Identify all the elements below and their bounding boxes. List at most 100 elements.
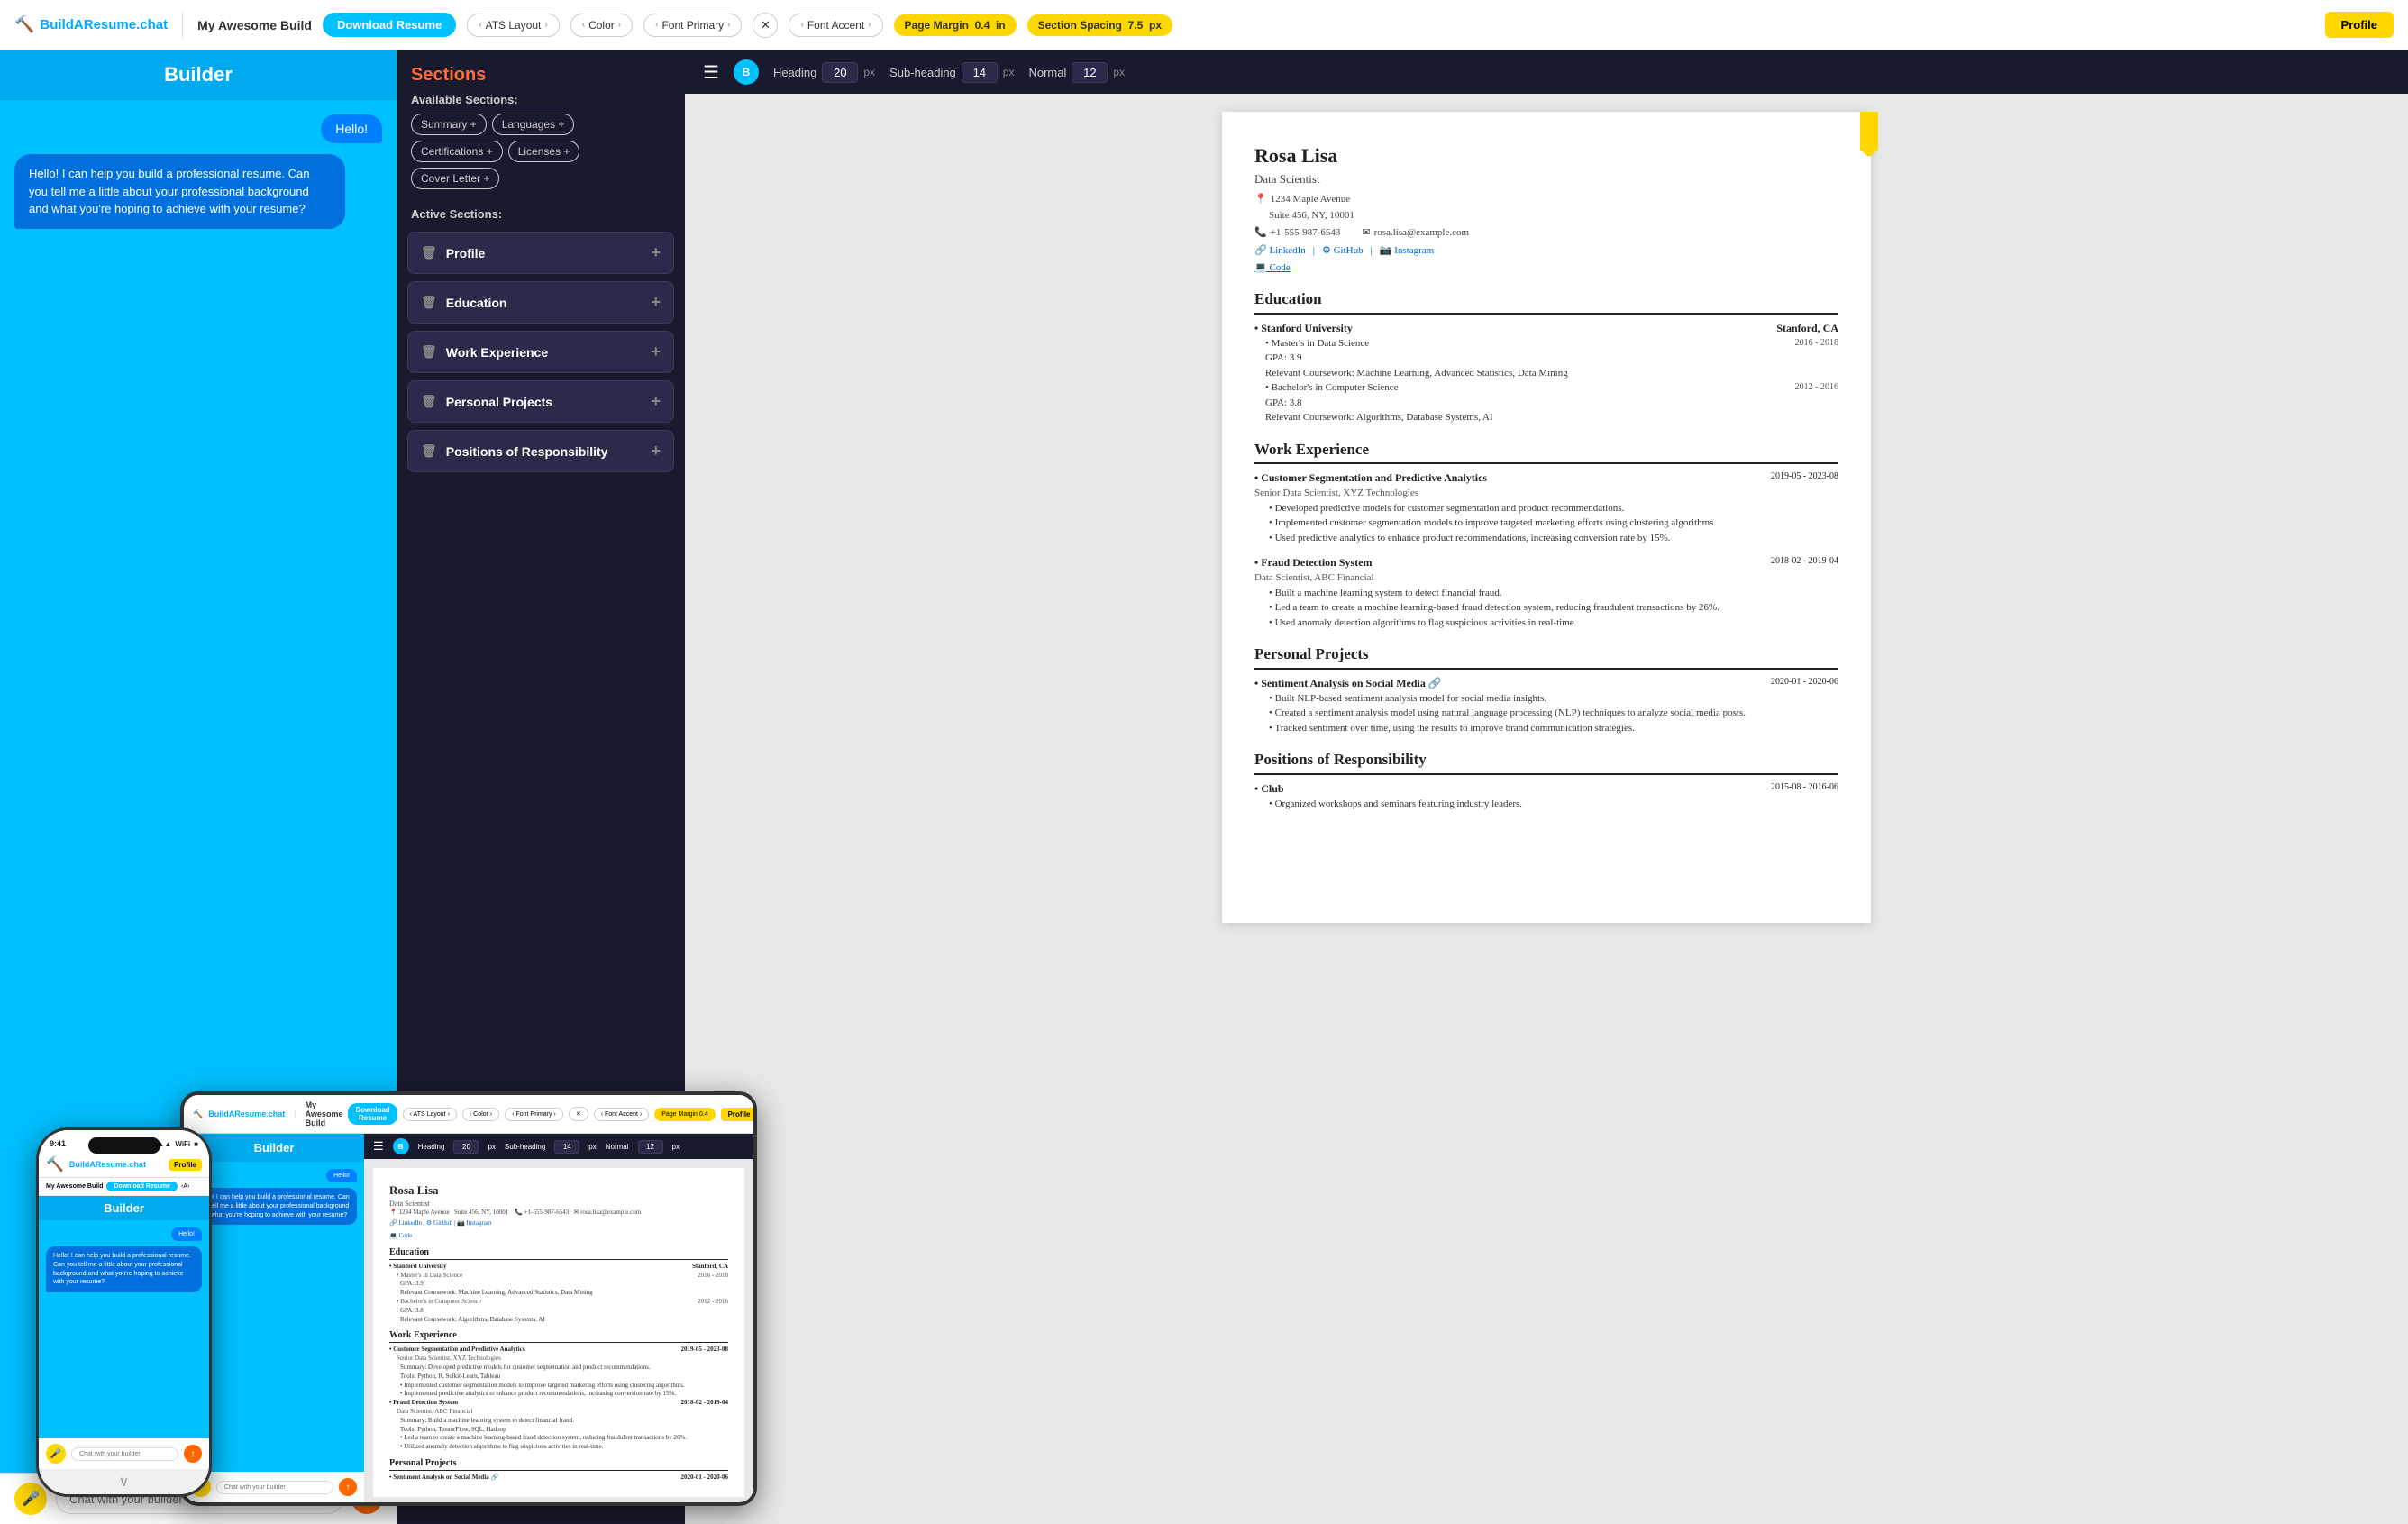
page-margin-button[interactable]: Page Margin 0.4 in bbox=[894, 14, 1017, 36]
normal-input[interactable] bbox=[1072, 62, 1108, 83]
download-resume-button[interactable]: Download Resume bbox=[323, 13, 456, 37]
tablet-work-dates-2: 2018-02 - 2019-04 bbox=[681, 1399, 729, 1408]
chip-licenses[interactable]: Licenses + bbox=[508, 141, 580, 162]
tablet-ats-button[interactable]: ‹ ATS Layout › bbox=[403, 1108, 457, 1121]
tablet-chat-input[interactable] bbox=[216, 1481, 333, 1494]
section-add-work[interactable]: + bbox=[651, 342, 661, 361]
section-label-projects: Personal Projects bbox=[446, 395, 552, 409]
section-item-personal-projects: 🗑 Personal Projects + bbox=[407, 380, 674, 423]
resume-panel: ☰ B Heading px Sub-heading px Normal px … bbox=[685, 50, 2408, 1524]
work-entry-1: • Customer Segmentation and Predictive A… bbox=[1254, 470, 1838, 545]
trash-icon-responsibility[interactable]: 🗑 bbox=[421, 443, 437, 459]
tablet-profile-button[interactable]: Profile bbox=[721, 1108, 753, 1121]
tablet-gpa2: GPA: 3.8 bbox=[400, 1307, 728, 1316]
tablet-x-button[interactable]: ✕ bbox=[569, 1107, 588, 1121]
heading-unit: px bbox=[863, 66, 875, 78]
tablet-normal-unit: px bbox=[672, 1143, 680, 1151]
chat-message-hello: Hello! bbox=[321, 114, 382, 143]
work-bullet-1-3: • Used predictive analytics to enhance p… bbox=[1269, 531, 1838, 546]
phone-chat-area: Hello! Hello! I can help you build a pro… bbox=[39, 1220, 209, 1438]
section-add-responsibility[interactable]: + bbox=[651, 442, 661, 461]
resume-phone: +1-555-987-6543 bbox=[1271, 225, 1341, 241]
address2-text: Suite 456, NY, 10001 bbox=[1269, 208, 1354, 224]
phone-download-button[interactable]: Download Resume bbox=[106, 1182, 178, 1191]
tablet-work-bullet-2-1: Summary: Build a machine learning system… bbox=[400, 1417, 728, 1426]
work-title-text-2: • Fraud Detection System bbox=[1254, 554, 1373, 570]
section-spacing-label: Section Spacing bbox=[1038, 19, 1122, 32]
tablet-work-title-2: • Fraud Detection System 2018-02 - 2019-… bbox=[389, 1399, 728, 1408]
phone-profile-button[interactable]: Profile bbox=[169, 1159, 202, 1171]
tablet-heading-unit: px bbox=[488, 1143, 495, 1151]
tablet-input-bar: 🎤 ↑ bbox=[184, 1472, 364, 1502]
subheading-size-control: Sub-heading px bbox=[889, 62, 1014, 83]
chip-cover-letter[interactable]: Cover Letter + bbox=[411, 168, 499, 189]
link-sep1: | bbox=[1313, 243, 1315, 259]
tablet-color-button[interactable]: ‹ Color › bbox=[462, 1108, 499, 1121]
subheading-input[interactable] bbox=[962, 62, 998, 83]
normal-size-control: Normal px bbox=[1028, 62, 1125, 83]
phone-chat-input[interactable] bbox=[71, 1447, 178, 1461]
chip-summary[interactable]: Summary + bbox=[411, 114, 487, 135]
tablet-accent-button[interactable]: ‹ Font Accent › bbox=[594, 1108, 650, 1121]
tablet-degree1: • Master's in Data Science 2016 - 2018 bbox=[397, 1272, 728, 1281]
tablet-work-company-2: Data Scientist, ABC Financial bbox=[397, 1408, 728, 1417]
tablet-work-bullet-2-3: • Led a team to create a machine learnin… bbox=[400, 1434, 728, 1443]
profile-button[interactable]: Profile bbox=[2325, 12, 2394, 38]
years2: 2012 - 2016 bbox=[1795, 380, 1838, 394]
tablet-chat-intro: Hello! I can help you build a profession… bbox=[191, 1188, 357, 1225]
build-name: My Awesome Build bbox=[197, 18, 312, 32]
trash-icon-work[interactable]: 🗑 bbox=[421, 344, 437, 360]
section-label-responsibility: Positions of Responsibility bbox=[446, 444, 608, 459]
responsibility-entry-1: • Club 2015-08 - 2016-06 • Organized wor… bbox=[1254, 780, 1838, 812]
section-add-projects[interactable]: + bbox=[651, 392, 661, 411]
heading-input[interactable] bbox=[822, 62, 858, 83]
tablet-send-button[interactable]: ↑ bbox=[339, 1478, 357, 1496]
tablet-project-title-1: • Sentiment Analysis on Social Media 🔗 2… bbox=[389, 1474, 728, 1483]
mic-button[interactable]: 🎤 bbox=[14, 1483, 47, 1515]
instagram-link[interactable]: 📷 Instagram bbox=[1380, 243, 1434, 259]
tablet-work-company-1: Senior Data Scientist, XYZ Technologies bbox=[397, 1355, 728, 1364]
tablet-chat-hello: Hello! bbox=[326, 1169, 357, 1182]
tablet-resume-title: Data Scientist bbox=[389, 1199, 728, 1209]
ats-layout-button[interactable]: ‹ ATS Layout › bbox=[467, 14, 560, 37]
chip-languages[interactable]: Languages + bbox=[492, 114, 575, 135]
color-button[interactable]: ‹ Color › bbox=[570, 14, 633, 37]
tablet-typo-logo: B bbox=[393, 1138, 409, 1154]
code-link[interactable]: 💻 Code bbox=[1254, 262, 1291, 273]
trash-icon-education[interactable]: 🗑 bbox=[421, 295, 437, 310]
section-spacing-button[interactable]: Section Spacing 7.5 px bbox=[1027, 14, 1172, 36]
tablet-margin-button[interactable]: Page Margin 0.4 bbox=[654, 1108, 715, 1121]
section-add-profile[interactable]: + bbox=[651, 243, 661, 262]
phone-toolbar-chevron: ‹A› bbox=[181, 1183, 189, 1190]
project-title-text-1: • Sentiment Analysis on Social Media 🔗 bbox=[1254, 675, 1442, 691]
tablet-font-button[interactable]: ‹ Font Primary › bbox=[505, 1108, 563, 1121]
subheading-label: Sub-heading bbox=[889, 66, 956, 79]
tablet-subheading-unit: px bbox=[588, 1143, 596, 1151]
tablet-subheading-input[interactable] bbox=[554, 1140, 579, 1154]
section-label-profile: Profile bbox=[446, 246, 486, 260]
hamburger-button[interactable]: ☰ bbox=[703, 61, 719, 84]
coursework2: Relevant Coursework: Algorithms, Databas… bbox=[1265, 410, 1838, 425]
tablet-work-bullet-1-4: • Implemented predictive analytics to en… bbox=[400, 1390, 728, 1399]
close-font-button[interactable]: ✕ bbox=[752, 13, 778, 38]
responsibility-section-title: Positions of Responsibility bbox=[1254, 748, 1838, 775]
chip-certifications[interactable]: Certifications + bbox=[411, 141, 503, 162]
trash-icon[interactable]: 🗑 bbox=[421, 245, 437, 260]
linkedin-link[interactable]: 🔗 LinkedIn bbox=[1254, 243, 1306, 259]
phone-mic-button[interactable]: 🎤 bbox=[46, 1444, 66, 1464]
tablet-download-button[interactable]: Download Resume bbox=[348, 1103, 397, 1125]
section-add-education[interactable]: + bbox=[651, 293, 661, 312]
tablet-work-dates-1: 2019-05 - 2023-08 bbox=[681, 1346, 729, 1355]
phone-send-button[interactable]: ↑ bbox=[184, 1445, 202, 1463]
tablet-hamburger[interactable]: ☰ bbox=[373, 1139, 384, 1154]
heading-size-control: Heading px bbox=[773, 62, 875, 83]
tablet-heading-input[interactable] bbox=[453, 1140, 479, 1154]
phone-build-row: My Awesome Build Download Resume ‹A› bbox=[39, 1178, 209, 1196]
trash-icon-projects[interactable]: 🗑 bbox=[421, 394, 437, 409]
font-accent-button[interactable]: ‹ Font Accent › bbox=[789, 14, 882, 37]
github-link[interactable]: ⚙ GitHub bbox=[1322, 243, 1364, 259]
tablet-normal-input[interactable] bbox=[638, 1140, 663, 1154]
tablet-work-title: Work Experience bbox=[389, 1329, 728, 1343]
font-primary-button[interactable]: ‹ Font Primary › bbox=[643, 14, 742, 37]
page-margin-value: 0.4 bbox=[975, 19, 990, 32]
